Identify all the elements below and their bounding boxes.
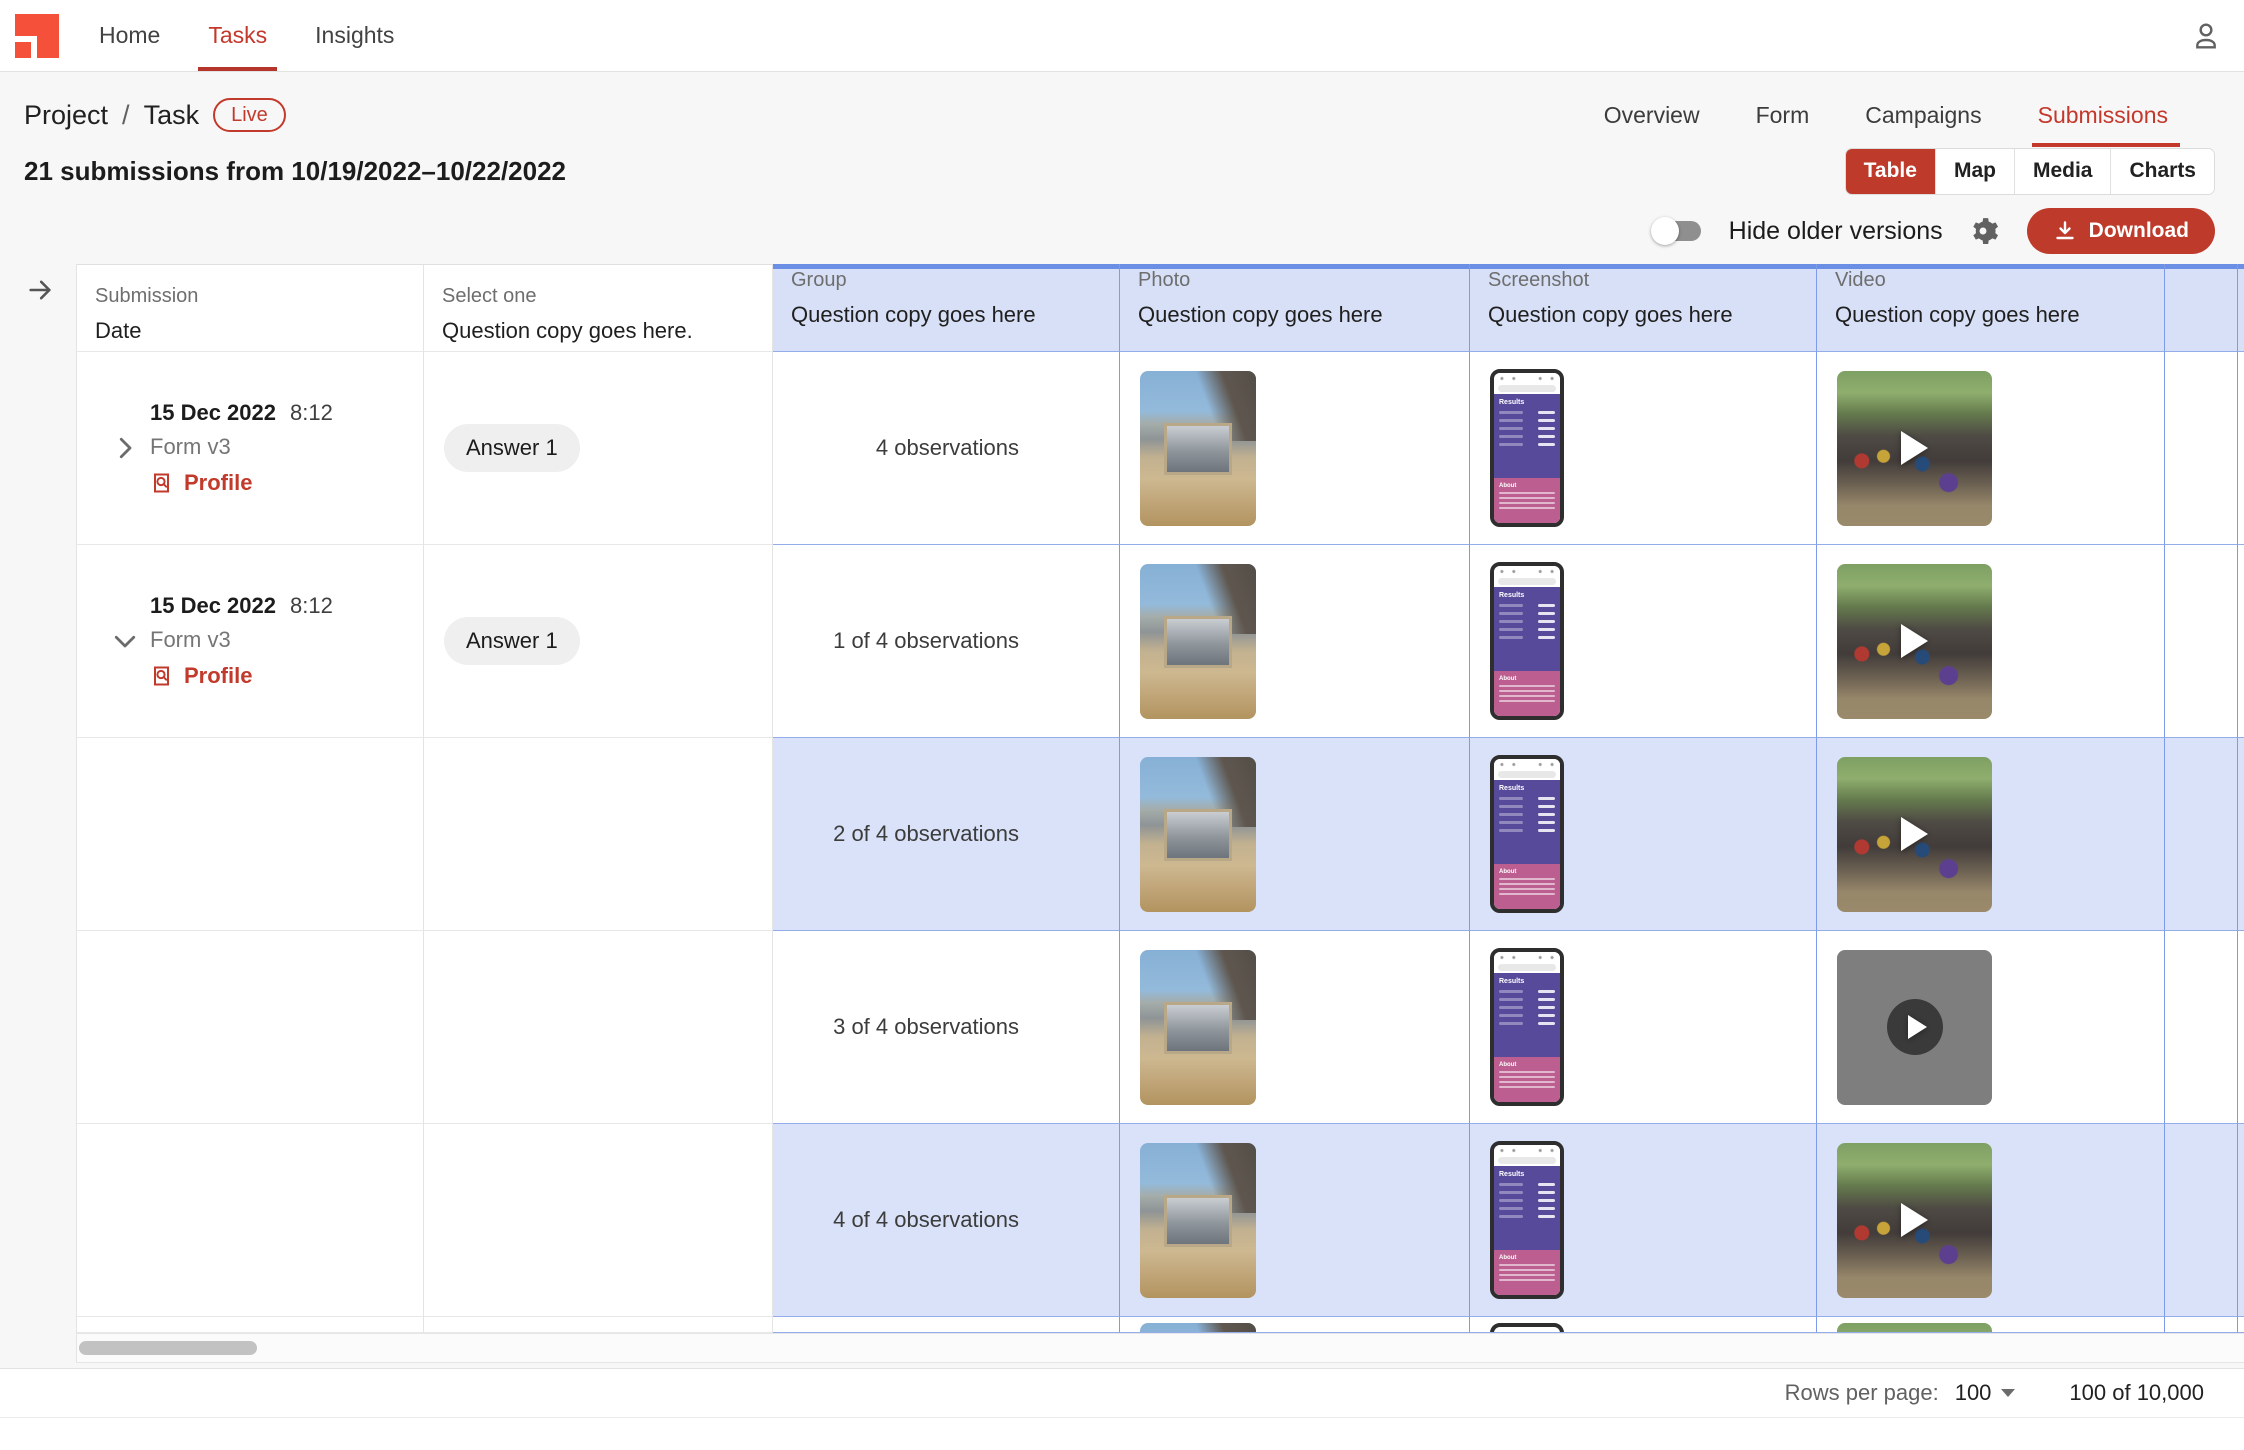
column-header-partial xyxy=(2165,264,2238,352)
table-row: 4 of 4 observations Results About xyxy=(77,1124,2244,1317)
photo-thumbnail[interactable] xyxy=(1140,757,1256,912)
column-header-filler xyxy=(2238,264,2244,352)
video-thumbnail[interactable] xyxy=(1837,1143,1992,1298)
submission-date: 15 Dec 2022 xyxy=(150,400,276,426)
column-header-group[interactable]: Group Question copy goes here xyxy=(773,264,1120,352)
nav-item-tasks[interactable]: Tasks xyxy=(208,0,267,71)
chevron-right-icon[interactable] xyxy=(110,433,140,463)
main-nav: Home Tasks Insights xyxy=(99,0,394,71)
profile-link[interactable]: Profile xyxy=(150,470,333,496)
column-header-select-one[interactable]: Select one Question copy goes here. xyxy=(424,264,773,352)
photo-thumbnail[interactable] xyxy=(1140,564,1256,719)
submissions-table: Submission Date Select one Question copy… xyxy=(76,264,2244,1363)
horizontal-scrollbar[interactable] xyxy=(77,1333,2244,1363)
caret-down-icon xyxy=(2001,1389,2015,1397)
photo-thumbnail[interactable] xyxy=(1140,371,1256,526)
gear-icon xyxy=(1967,215,1999,247)
play-icon xyxy=(1901,1203,1928,1237)
view-toggle-charts[interactable]: Charts xyxy=(2111,149,2214,194)
tab-campaigns[interactable]: Campaigns xyxy=(1865,102,1981,129)
answer-chip: Answer 1 xyxy=(444,617,580,665)
column-header-submission[interactable]: Submission Date xyxy=(77,264,424,352)
group-observations[interactable]: 1 of 4 observations xyxy=(833,628,1019,654)
download-icon xyxy=(2053,219,2077,243)
video-thumbnail[interactable] xyxy=(1837,757,1992,912)
task-tabs: Overview Form Campaigns Submissions xyxy=(1604,102,2168,129)
pagination-range: 100 of 10,000 xyxy=(2069,1380,2204,1406)
photo-thumbnail[interactable] xyxy=(1140,1323,1256,1333)
nav-item-insights[interactable]: Insights xyxy=(315,0,394,71)
breadcrumb: Project / Task Live xyxy=(24,98,286,132)
view-toggle-media[interactable]: Media xyxy=(2015,149,2112,194)
group-observations[interactable]: 4 of 4 observations xyxy=(833,1207,1019,1233)
tab-overview[interactable]: Overview xyxy=(1604,102,1700,129)
video-thumbnail[interactable] xyxy=(1837,564,1992,719)
rows-per-page-label: Rows per page: xyxy=(1785,1380,1939,1406)
play-icon xyxy=(1901,431,1928,465)
screenshot-thumbnail[interactable]: Results About xyxy=(1490,369,1564,527)
group-observations[interactable]: 2 of 4 observations xyxy=(833,821,1019,847)
nav-item-home[interactable]: Home xyxy=(99,0,160,71)
person-icon xyxy=(2190,20,2222,52)
group-observations[interactable]: 4 observations xyxy=(876,435,1019,461)
play-icon xyxy=(1901,817,1928,851)
page-content: Project / Task Live Overview Form Campai… xyxy=(0,72,2244,1450)
tab-submissions[interactable]: Submissions xyxy=(2038,102,2168,129)
screenshot-thumbnail[interactable] xyxy=(1490,1323,1564,1333)
profile-doc-search-icon xyxy=(150,664,174,688)
play-icon xyxy=(1887,999,1943,1055)
table-row: 15 Dec 2022 8:12 Form v3 Profile xyxy=(77,545,2244,738)
download-button[interactable]: Download xyxy=(2027,208,2215,254)
tab-form[interactable]: Form xyxy=(1756,102,1810,129)
video-thumbnail-placeholder[interactable] xyxy=(1837,950,1992,1105)
submission-time: 8:12 xyxy=(290,593,333,619)
breadcrumb-project[interactable]: Project xyxy=(24,100,108,131)
app-logo-icon[interactable] xyxy=(15,14,59,58)
view-toggle: Table Map Media Charts xyxy=(1845,148,2215,195)
video-thumbnail[interactable] xyxy=(1837,1323,1992,1333)
submission-time: 8:12 xyxy=(290,400,333,426)
breadcrumb-task[interactable]: Task xyxy=(144,100,200,131)
column-header-screenshot[interactable]: Screenshot Question copy goes here xyxy=(1470,264,1817,352)
column-header-photo[interactable]: Photo Question copy goes here xyxy=(1120,264,1470,352)
submission-date: 15 Dec 2022 xyxy=(150,593,276,619)
form-version: Form v3 xyxy=(150,434,333,460)
chevron-down-icon[interactable] xyxy=(110,626,140,656)
table-row: 3 of 4 observations Results About xyxy=(77,931,2244,1124)
top-nav: Home Tasks Insights xyxy=(0,0,2244,72)
screenshot-thumbnail[interactable]: Results About xyxy=(1490,755,1564,913)
screenshot-thumbnail[interactable]: Results About xyxy=(1490,562,1564,720)
answer-chip: Answer 1 xyxy=(444,424,580,472)
hide-older-versions-toggle[interactable] xyxy=(1655,221,1701,241)
form-version: Form v3 xyxy=(150,627,333,653)
play-icon xyxy=(1901,624,1928,658)
photo-thumbnail[interactable] xyxy=(1140,1143,1256,1298)
profile-link[interactable]: Profile xyxy=(150,663,333,689)
toggle-knob xyxy=(1651,217,1679,245)
hide-older-versions-label: Hide older versions xyxy=(1729,217,1943,246)
scrollbar-thumb[interactable] xyxy=(79,1341,257,1355)
submissions-summary: 21 submissions from 10/19/2022–10/22/202… xyxy=(24,156,566,187)
table-row: 15 Dec 2022 8:12 Form v3 Profile xyxy=(77,352,2244,545)
group-observations[interactable]: 3 of 4 observations xyxy=(833,1014,1019,1040)
photo-thumbnail[interactable] xyxy=(1140,950,1256,1105)
collapse-panel-arrow-icon[interactable] xyxy=(26,276,54,309)
table-header-row: Submission Date Select one Question copy… xyxy=(77,264,2244,352)
screenshot-thumbnail[interactable]: Results About xyxy=(1490,1141,1564,1299)
column-header-video[interactable]: Video Question copy goes here xyxy=(1817,264,2165,352)
video-thumbnail[interactable] xyxy=(1837,371,1992,526)
profile-doc-search-icon xyxy=(150,471,174,495)
breadcrumb-separator: / xyxy=(122,100,130,131)
settings-button[interactable] xyxy=(1965,213,2001,249)
table-row-partial xyxy=(77,1317,2244,1333)
view-toggle-map[interactable]: Map xyxy=(1936,149,2015,194)
pagination-bar: Rows per page: 100 100 of 10,000 xyxy=(0,1368,2244,1418)
profile-menu-button[interactable] xyxy=(2188,18,2224,54)
screenshot-thumbnail[interactable]: Results About xyxy=(1490,948,1564,1106)
table-row: 2 of 4 observations Results About xyxy=(77,738,2244,931)
status-badge-live: Live xyxy=(213,98,286,132)
rows-per-page-select[interactable]: 100 xyxy=(1955,1380,2016,1406)
view-toggle-table[interactable]: Table xyxy=(1846,149,1936,194)
